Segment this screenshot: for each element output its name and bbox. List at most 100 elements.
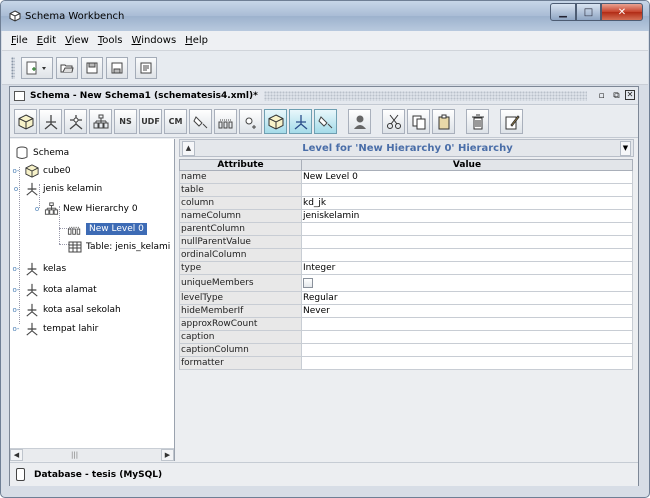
cut-icon[interactable] [382,109,405,134]
add-cube-icon[interactable] [14,109,37,134]
app-cube-icon [8,10,21,23]
add-named-set-button[interactable]: NS [114,109,137,134]
add-dimension-usage-icon[interactable] [64,109,87,134]
table-row: uniqueMembers [179,274,633,292]
add-virtual-measure-icon[interactable] [314,109,337,134]
table-row: nullParentValue [179,235,633,249]
tree-node-dimension-kota-asal-sekolah[interactable]: kota asal sekolah [24,302,121,318]
schema-db-icon [14,146,29,161]
tree-node-dimension-kelas[interactable]: kelas [24,261,66,277]
restore-icon[interactable]: ⧉ [610,90,623,102]
table-row: table [179,183,633,197]
add-measure-icon[interactable] [189,109,212,134]
tree-node-table[interactable]: Table: jenis_kelami [67,239,170,255]
table-row: column kd_jk [179,196,633,210]
add-virtual-dimension-icon[interactable] [289,109,312,134]
menu-help[interactable]: Help [185,35,208,46]
copy-icon[interactable] [407,109,430,134]
unique-members-checkbox[interactable] [303,278,313,288]
scroll-track[interactable]: ||| [23,449,161,461]
scroll-left-icon[interactable]: ◀ [10,449,23,461]
properties-panel: ▲ Level for 'New Hierarchy 0' Hierarchy … [179,139,634,461]
dimension-icon [24,303,39,318]
table-row: type Integer [179,261,633,275]
tree-node-dimension-jenis-kelamin[interactable]: jenis kelamin [24,181,102,197]
menu-windows[interactable]: Windows [132,35,177,46]
scroll-right-icon[interactable]: ▶ [161,449,174,461]
dimension-icon [24,322,39,337]
expand-handle[interactable]: o- [12,306,20,314]
add-calculated-member-button[interactable]: CM [164,109,187,134]
save-as-icon[interactable] [106,56,128,79]
add-hierarchy-icon[interactable] [89,109,112,134]
app-window: Schema Workbench ▁ □ ✕ File Edit View To… [0,0,650,498]
expand-handle[interactable]: o- [12,265,20,273]
open-icon[interactable] [56,56,78,79]
menu-file[interactable]: File [11,35,28,46]
expand-handle[interactable]: o- [12,325,20,333]
save-icon[interactable] [81,56,103,79]
tree-node-level[interactable]: New Level 0 [67,221,147,237]
add-virtual-cube-icon[interactable] [264,109,287,134]
hierarchy-icon [44,202,59,217]
close-button[interactable]: ✕ [601,3,643,21]
minimize-button[interactable]: ▁ [550,3,576,21]
table-row: captionColumn [179,343,633,357]
paste-icon[interactable] [432,109,455,134]
schema-tree[interactable]: Schema o- cube0 o jenis kelamin o New Hi… [10,139,175,461]
table-row: ordinalColumn [179,248,633,262]
add-dimension-icon[interactable] [39,109,62,134]
menu-edit[interactable]: Edit [37,35,56,46]
properties-table: Attribute Value name New Level 0 table co… [179,159,633,370]
status-bar: Database - tesis (MySQL) [10,462,638,486]
add-role-icon[interactable] [348,109,371,134]
level-icon [67,222,82,237]
chevron-down-icon[interactable]: ▼ [620,140,631,156]
new-dropdown-button[interactable] [21,56,53,79]
frame-close-icon[interactable]: ✕ [625,89,635,100]
collapse-handle[interactable]: o [12,185,20,193]
table-row: levelType Regular [179,291,633,305]
table-row: name New Level 0 [179,170,633,184]
properties-header: ▲ Level for 'New Hierarchy 0' Hierarchy … [179,139,634,157]
window-title: Schema Workbench [25,10,125,22]
internal-frame-title: Schema - New Schema1 (schematesis4.xml)* [30,90,258,101]
add-level-icon[interactable] [214,109,237,134]
schema-toolbar: NS UDF CM [10,106,638,138]
expand-handle[interactable]: o- [12,286,20,294]
add-udf-button[interactable]: UDF [139,109,162,134]
tree-node-dimension-kota-alamat[interactable]: kota alamat [24,282,97,298]
tree-node-schema[interactable]: Schema [14,145,69,161]
column-header-attribute[interactable]: Attribute [179,159,302,171]
table-row: formatter [179,356,633,370]
preferences-icon[interactable] [135,56,157,79]
scroll-thumb[interactable]: ||| [71,451,78,459]
expand-handle[interactable]: o- [12,167,20,175]
column-header-value[interactable]: Value [301,159,633,171]
menu-tools[interactable]: Tools [98,35,123,46]
table-row: approxRowCount [179,317,633,331]
frame-icon [14,90,25,101]
database-icon [16,468,25,481]
toolbar-grip[interactable] [11,56,15,79]
dimension-icon [24,262,39,277]
edit-icon[interactable] [500,109,523,134]
tree-node-cube[interactable]: cube0 [24,163,71,179]
status-text: Database - tesis (MySQL) [34,469,163,480]
table-row: parentColumn [179,222,633,236]
menu-view[interactable]: View [65,35,89,46]
add-property-icon[interactable] [239,109,262,134]
properties-heading: Level for 'New Hierarchy 0' Hierarchy [302,142,513,154]
table-row: hideMemberIf Never [179,304,633,318]
tree-horizontal-scrollbar[interactable]: ◀ ||| ▶ [10,448,174,461]
collapse-handle[interactable]: o [33,205,41,213]
move-up-icon[interactable]: ▲ [182,140,195,156]
tree-node-hierarchy[interactable]: New Hierarchy 0 [44,201,138,217]
iconify-icon[interactable]: ▫ [595,90,608,102]
delete-icon[interactable] [466,109,489,134]
tree-node-dimension-tempat-lahir[interactable]: tempat lahir [24,321,98,337]
internal-frame-titlebar: Schema - New Schema1 (schematesis4.xml)*… [10,87,638,105]
dimension-icon [24,283,39,298]
maximize-button[interactable]: □ [576,3,601,21]
title-bar: Schema Workbench ▁ □ ✕ [1,1,649,31]
